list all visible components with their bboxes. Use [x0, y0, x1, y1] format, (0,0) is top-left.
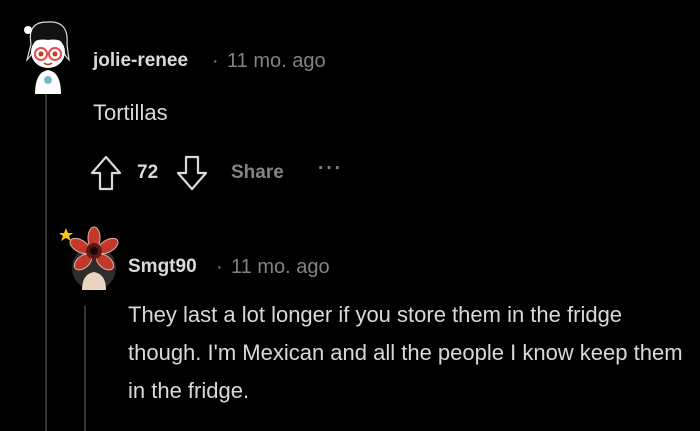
comment-username[interactable]: Smgt90	[128, 256, 197, 278]
user-avatar[interactable]	[58, 224, 120, 292]
flower-monster-avatar-icon	[59, 226, 119, 290]
anime-girl-avatar-icon	[24, 21, 70, 94]
downvote-icon[interactable]	[175, 154, 209, 192]
thread-line-root[interactable]	[45, 94, 47, 431]
comment-body: They last a lot longer if you store them…	[128, 302, 683, 403]
thread-line-reply[interactable]	[84, 306, 86, 431]
comment-timestamp[interactable]: 11 mo. ago	[227, 50, 326, 73]
upvote-icon[interactable]	[89, 154, 123, 192]
vote-score: 72	[137, 162, 159, 183]
share-button[interactable]: Share	[231, 162, 284, 184]
comment-username[interactable]: jolie-renee	[93, 50, 188, 72]
comment-timestamp[interactable]: 11 mo. ago	[231, 256, 330, 279]
comment-body: Tortillas	[93, 100, 168, 125]
user-avatar[interactable]	[17, 14, 79, 94]
meta-separator: ·	[212, 50, 219, 72]
meta-separator: ·	[216, 256, 223, 278]
more-options-icon[interactable]: ···	[318, 158, 343, 180]
